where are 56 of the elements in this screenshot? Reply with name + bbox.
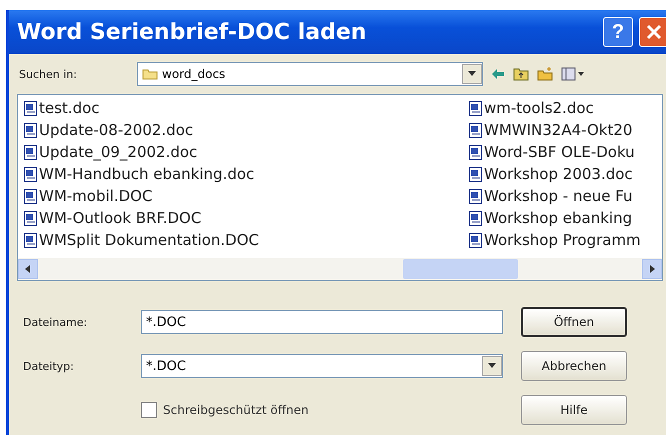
- file-item[interactable]: test.doc: [18, 97, 463, 119]
- file-item[interactable]: Update-08-2002.doc: [18, 119, 463, 141]
- right-arrow-icon: [647, 264, 657, 274]
- document-icon: [24, 188, 38, 204]
- new-folder-icon[interactable]: [537, 67, 553, 81]
- dropdown-button[interactable]: [462, 64, 482, 84]
- file-item[interactable]: WM-Handbuch ebanking.doc: [18, 163, 463, 185]
- folder-icon: [142, 68, 158, 80]
- cancel-button[interactable]: Abbrechen: [521, 351, 627, 381]
- file-item[interactable]: Workshop - neue Fu: [463, 185, 662, 207]
- left-arrow-icon: [23, 264, 33, 274]
- document-icon: [24, 232, 38, 248]
- document-icon: [469, 166, 483, 182]
- file-item[interactable]: Workshop ebanking: [463, 207, 662, 229]
- view-menu-icon[interactable]: [561, 67, 585, 81]
- filetype-label: Dateityp:: [23, 360, 75, 372]
- checkbox[interactable]: [141, 402, 157, 418]
- window-title: Word Serienbrief-DOC laden: [17, 20, 368, 44]
- filetype-dropdown[interactable]: *.DOC: [141, 354, 503, 378]
- open-button[interactable]: Öffnen: [521, 307, 627, 337]
- file-item[interactable]: Workshop Programm: [463, 229, 662, 251]
- horizontal-scrollbar[interactable]: [18, 258, 662, 280]
- file-item[interactable]: WMSplit Dokumentation.DOC: [18, 229, 463, 251]
- document-icon: [469, 210, 483, 226]
- scroll-right-button[interactable]: [642, 259, 662, 279]
- scroll-thumb[interactable]: [403, 259, 518, 279]
- back-arrow-icon[interactable]: [491, 68, 505, 80]
- document-icon: [24, 166, 38, 182]
- folder-up-icon[interactable]: [513, 67, 529, 81]
- checkbox-label: Schreibgeschützt öffnen: [163, 403, 309, 417]
- close-icon: [646, 24, 662, 40]
- file-item[interactable]: Word-SBF OLE-Doku: [463, 141, 662, 163]
- file-item[interactable]: WMWIN32A4-Okt20: [463, 119, 662, 141]
- help-text-button[interactable]: Hilfe: [521, 395, 627, 425]
- document-icon: [469, 232, 483, 248]
- document-icon: [24, 210, 38, 226]
- document-icon: [24, 100, 38, 116]
- file-item[interactable]: Update_09_2002.doc: [18, 141, 463, 163]
- dropdown-button[interactable]: [482, 356, 502, 376]
- document-icon: [469, 144, 483, 160]
- file-item[interactable]: WM-mobil.DOC: [18, 185, 463, 207]
- document-icon: [469, 122, 483, 138]
- scroll-left-button[interactable]: [18, 259, 38, 279]
- look-in-label: Suchen in:: [19, 68, 78, 80]
- file-item[interactable]: wm-tools2.doc: [463, 97, 662, 119]
- look-in-dropdown[interactable]: word_docs: [137, 62, 483, 86]
- help-button[interactable]: ?: [603, 17, 633, 47]
- filename-label: Dateiname:: [23, 316, 88, 328]
- document-icon: [24, 122, 38, 138]
- file-item[interactable]: WM-Outlook BRF.DOC: [18, 207, 463, 229]
- file-item[interactable]: Workshop 2003.doc: [463, 163, 662, 185]
- document-icon: [469, 188, 483, 204]
- document-icon: [24, 144, 38, 160]
- filename-field[interactable]: *.DOC: [141, 310, 503, 334]
- document-icon: [469, 100, 483, 116]
- close-button[interactable]: [639, 17, 666, 47]
